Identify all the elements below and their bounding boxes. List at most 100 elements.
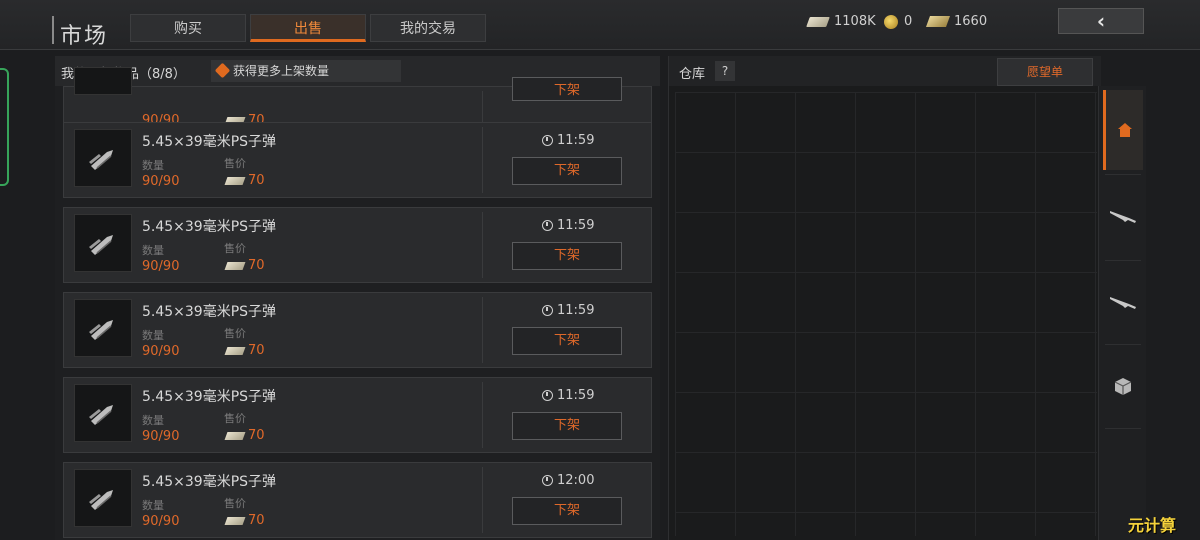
title-divider xyxy=(52,16,54,44)
price-label: 售价 xyxy=(224,412,246,425)
delist-button[interactable]: 下架 xyxy=(512,412,622,440)
time-remaining: 11:59 xyxy=(542,303,594,318)
listing-row: 5.45×39毫米PS子弹 数量 90/90 售价 70 11:59 下架 xyxy=(63,377,652,453)
coin-icon xyxy=(884,14,898,29)
item-name: 5.45×39毫米PS子弹 xyxy=(142,219,277,235)
category-home[interactable] xyxy=(1103,90,1143,170)
item-name: 5.45×39毫米PS子弹 xyxy=(142,474,277,490)
listing-price: 70 xyxy=(224,428,265,443)
ammo-icon xyxy=(89,235,113,255)
listing-row: 5.45×39毫米PS子弹 数量 90/90 售价 70 12:00 下架 xyxy=(63,462,652,538)
home-icon xyxy=(1117,123,1132,137)
listing-row: 5.45×39毫米PS子弹 数量 90/90 售价 70 11:59 下架 xyxy=(63,207,652,283)
quantity-label: 数量 xyxy=(142,159,164,172)
wishlist-button[interactable]: 愿望单 xyxy=(997,58,1093,86)
time-remaining: 12:00 xyxy=(542,473,594,488)
sidebar-separator xyxy=(1105,344,1141,345)
listing-row: 5.45×39毫米PS子弹 数量 90/90 售价 70 11:59 下架 xyxy=(63,292,652,368)
item-thumbnail xyxy=(74,214,132,272)
item-thumbnail xyxy=(74,469,132,527)
tag-icon xyxy=(214,62,231,79)
item-name: 5.45×39毫米PS子弹 xyxy=(142,304,277,320)
quantity-label: 数量 xyxy=(142,499,164,512)
price-label: 售价 xyxy=(224,497,246,510)
ammo-icon xyxy=(89,320,113,340)
cash-icon xyxy=(224,431,246,440)
top-bar: 市场 购买 出售 我的交易 1108K 0 1660 ‹ xyxy=(0,0,1200,50)
row-divider xyxy=(482,127,483,193)
help-button[interactable]: ? xyxy=(715,61,735,81)
cash-icon xyxy=(224,516,246,525)
sidebar-separator xyxy=(1105,174,1141,175)
rifle-icon xyxy=(1110,297,1136,309)
warehouse-panel: 仓库 ? 愿望单 xyxy=(668,56,1101,540)
row-divider xyxy=(482,467,483,533)
delist-button[interactable]: 下架 xyxy=(512,77,622,101)
clock-icon xyxy=(542,135,553,146)
tab-sell[interactable]: 出售 xyxy=(250,14,366,42)
ammo-icon xyxy=(89,150,113,170)
left-edge-tab[interactable] xyxy=(0,68,9,186)
quantity-label: 数量 xyxy=(142,414,164,427)
clock-icon xyxy=(542,475,553,486)
listing-quantity: 90/90 xyxy=(142,429,180,444)
watermark-text: 元计算 xyxy=(1128,516,1177,535)
tab-my-trades[interactable]: 我的交易 xyxy=(370,14,486,42)
item-thumbnail xyxy=(74,67,132,95)
clock-icon xyxy=(542,390,553,401)
cash-icon xyxy=(806,16,830,27)
row-divider xyxy=(482,382,483,448)
item-name: 5.45×39毫米PS子弹 xyxy=(142,389,277,405)
listing-row: 5.45×39毫米PS子弹 数量 90/90 售价 70 11:59 下架 xyxy=(63,122,652,198)
category-sidebar xyxy=(1098,86,1146,540)
time-remaining: 11:59 xyxy=(542,388,594,403)
delist-button[interactable]: 下架 xyxy=(512,242,622,270)
item-thumbnail xyxy=(74,129,132,187)
my-listings-panel: 我的上架物品（8/8） 获得更多上架数量 90/90 70 下架 5.45×39… xyxy=(55,56,660,540)
get-more-slots-button[interactable]: 获得更多上架数量 xyxy=(211,60,401,82)
listing-price: 70 xyxy=(224,513,265,528)
tab-buy[interactable]: 购买 xyxy=(130,14,246,42)
back-button[interactable]: ‹ xyxy=(1058,8,1144,34)
get-more-slots-label: 获得更多上架数量 xyxy=(233,64,330,78)
delist-button[interactable]: 下架 xyxy=(512,327,622,355)
listing-quantity: 90/90 xyxy=(142,514,180,529)
clock-icon xyxy=(542,305,553,316)
category-weapons[interactable] xyxy=(1103,262,1143,342)
cash-value: 1108K xyxy=(834,14,876,29)
price-label: 售价 xyxy=(224,327,246,340)
chevron-left-icon: ‹ xyxy=(1096,9,1106,33)
page-title: 市场 xyxy=(60,24,109,49)
listing-quantity: 90/90 xyxy=(142,174,180,189)
time-remaining: 11:59 xyxy=(542,218,594,233)
delist-button[interactable]: 下架 xyxy=(512,157,622,185)
delist-button[interactable]: 下架 xyxy=(512,497,622,525)
item-name: 5.45×39毫米PS子弹 xyxy=(142,134,277,150)
listing-quantity: 90/90 xyxy=(142,344,180,359)
listing-price: 70 xyxy=(224,173,265,188)
warehouse-title: 仓库 xyxy=(679,67,706,82)
listing-quantity: 90/90 xyxy=(142,259,180,274)
rifle-icon xyxy=(1110,211,1136,223)
quantity-label: 数量 xyxy=(142,244,164,257)
time-remaining: 11:59 xyxy=(542,133,594,148)
warehouse-grid[interactable] xyxy=(675,92,1097,536)
item-thumbnail xyxy=(74,299,132,357)
gold-bar-icon xyxy=(925,16,951,27)
gold-value: 1660 xyxy=(954,14,988,29)
row-divider xyxy=(482,297,483,363)
cash-balance: 1108K xyxy=(806,14,876,29)
listing-price: 70 xyxy=(224,343,265,358)
item-thumbnail xyxy=(74,384,132,442)
clock-icon xyxy=(542,220,553,231)
ammo-icon xyxy=(89,405,113,425)
category-rifles[interactable] xyxy=(1103,176,1143,256)
coin-balance: 0 xyxy=(884,14,912,29)
cash-icon xyxy=(224,176,246,185)
sidebar-separator xyxy=(1105,260,1141,261)
category-containers[interactable] xyxy=(1103,346,1143,426)
quantity-label: 数量 xyxy=(142,329,164,342)
warehouse-header: 仓库 ? 愿望单 xyxy=(669,56,1101,86)
ammo-icon xyxy=(89,490,113,510)
cash-icon xyxy=(224,346,246,355)
